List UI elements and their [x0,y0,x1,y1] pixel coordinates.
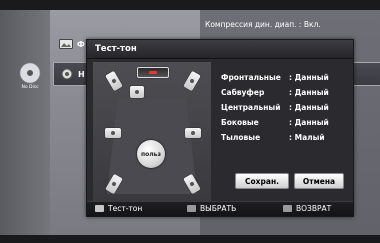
speaker-row-surround[interactable]: Боковые : Данный [221,115,329,130]
speaker-size-list: Фронтальные : Данный Сабвуфер : Данный Ц… [221,70,329,145]
footer-hint-label: ВЫБРАТЬ [200,204,237,213]
dialog-titlebar: Тест-тон [87,40,353,59]
remote-return-key-icon [283,205,292,212]
speaker-row-front[interactable]: Фронтальные : Данный [221,70,329,85]
subwoofer-speaker-icon[interactable] [130,86,144,98]
speaker-row-label: Центральный [221,103,281,112]
speaker-row-subwoofer[interactable]: Сабвуфер : Данный [221,85,329,100]
speaker-row-value: : Данный [289,103,329,112]
dialog-title: Тест-тон [95,44,137,54]
footer-hint-label: Тест-тон [108,204,143,213]
photo-icon [59,39,73,49]
front-left-speaker-icon[interactable] [105,70,123,92]
disc-label: No Disc [21,84,39,90]
footer-hint-test-tone[interactable]: Тест-тон [95,204,142,213]
remote-enter-key-icon [187,205,196,212]
center-speaker-icon[interactable] [137,67,169,78]
front-right-speaker-icon[interactable] [183,70,201,92]
speaker-row-rear[interactable]: Тыловые : Малый [221,130,329,145]
speaker-row-value: : Данный [289,118,329,127]
background-menu-label-photo: Ф [77,39,85,49]
surround-right-speaker-icon[interactable] [185,128,201,138]
background-menu-label-settings: Н [78,69,85,79]
speaker-layout-diagram: польз [93,62,211,202]
speaker-row-value: : Малый [289,133,325,142]
speaker-row-value: : Данный [289,73,329,82]
footer-hint-select: ВЫБРАТЬ [187,204,236,213]
background-left-panel [0,10,50,235]
speaker-row-center[interactable]: Центральный : Данный [221,100,329,115]
settings-gear-icon [61,68,73,80]
surround-left-speaker-icon[interactable] [105,128,121,138]
listener-position-icon: польз [137,140,165,168]
test-tone-dialog: Тест-тон польз Фронтальные : Данный Сабв… [86,39,354,217]
dialog-footer-hints: Тест-тон ВЫБРАТЬ ВОЗВРАТ [87,201,353,216]
letterbox-top [0,0,380,10]
speaker-row-label: Сабвуфер [221,88,265,97]
speaker-row-label: Боковые [221,118,259,127]
save-button[interactable]: Сохран. [235,173,289,189]
speaker-row-label: Тыловые [221,133,261,142]
remote-a-key-icon [95,205,104,212]
speaker-row-value: : Данный [289,88,329,97]
speaker-row-label: Фронтальные [221,73,281,82]
footer-hint-return: ВОЗВРАТ [283,204,331,213]
disc-icon: No Disc [18,62,42,90]
footer-hint-label: ВОЗВРАТ [296,204,332,213]
cancel-button[interactable]: Отмена [294,173,344,189]
listener-label: польз [141,150,161,158]
background-setting-text: Компрессия дин. диап. : Вкл. [205,20,321,29]
letterbox-bottom [0,235,380,243]
